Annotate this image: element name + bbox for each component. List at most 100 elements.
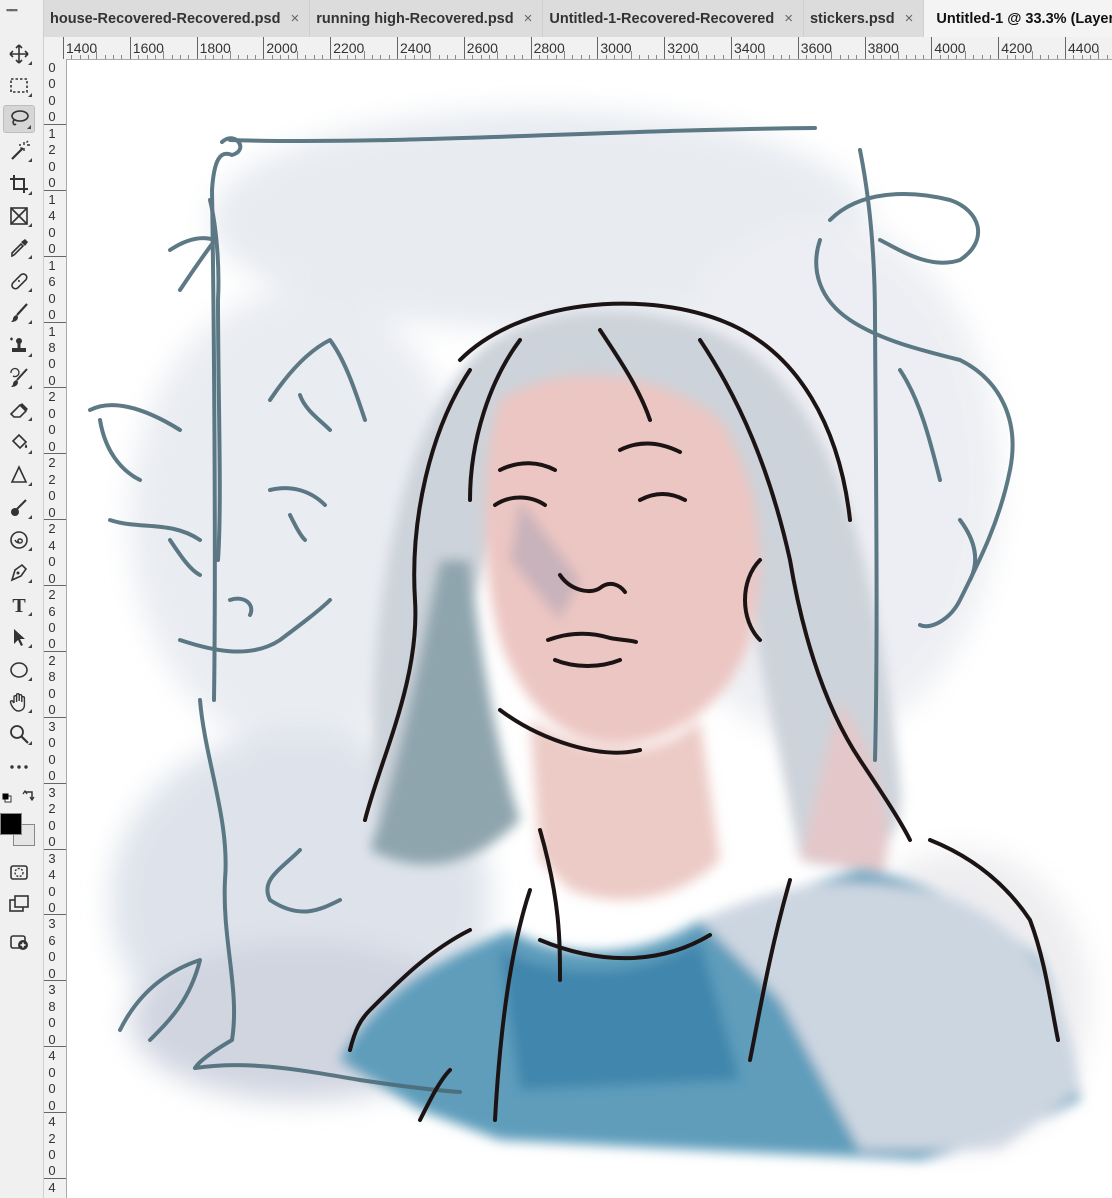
dodge-icon: [11, 498, 27, 516]
marquee-tool[interactable]: [3, 72, 35, 100]
document-tab[interactable]: Untitled-1-Recovered-Recovered ×: [543, 0, 804, 37]
screen-mode-button[interactable]: [3, 890, 35, 918]
ruler-minor-tick: [388, 55, 390, 59]
paint-bucket-tool[interactable]: [3, 429, 35, 457]
quick-mask-button[interactable]: [3, 858, 35, 886]
swap-colors-icon[interactable]: [22, 788, 36, 802]
close-tab-icon[interactable]: ×: [905, 10, 914, 27]
pen-tool[interactable]: [3, 558, 35, 586]
ruler-minor-tick: [371, 55, 373, 59]
document-tab-active[interactable]: Untitled-1 @ 33.3% (Layer 0, RG: [924, 0, 1112, 37]
smudge-tool[interactable]: [3, 526, 35, 554]
vertical-ruler[interactable]: 0000120014001600180020002200240026002800…: [44, 59, 67, 1198]
ruler-label: 4000: [934, 40, 966, 56]
dodge-tool[interactable]: [3, 494, 35, 522]
ruler-minor-tick: [1056, 55, 1058, 59]
ruler-major-tick: [931, 37, 933, 59]
magic-wand-tool[interactable]: [3, 137, 35, 165]
magic-wand-icon: [11, 140, 30, 160]
blur-icon: [10, 465, 28, 483]
ruler-major-tick: [196, 37, 198, 59]
move-icon: [9, 44, 29, 64]
artboard-button[interactable]: [3, 927, 35, 955]
ruler-minor-tick: [380, 55, 382, 59]
ruler-minor-tick: [747, 55, 749, 59]
ruler-minor-tick: [973, 55, 975, 59]
ellipse-tool[interactable]: [3, 656, 35, 684]
document-tab[interactable]: stickers.psd ×: [803, 0, 925, 37]
ruler-label: 1: [48, 257, 56, 273]
ruler-label: 8: [48, 669, 56, 685]
ruler-label: 2: [48, 1130, 56, 1146]
history-brush-tool[interactable]: [3, 364, 35, 392]
ruler-major-tick: [44, 848, 66, 850]
hand-tool[interactable]: [3, 688, 35, 716]
type-icon: T: [12, 595, 26, 616]
ruler-label: 4: [48, 1114, 56, 1130]
horizontal-ruler[interactable]: 1400 1600 1800 2000 2200 2400 2600 2800 3000 3200…: [44, 37, 1112, 60]
ruler-minor-tick: [104, 55, 106, 59]
close-tab-icon[interactable]: ×: [524, 10, 533, 27]
eraser-tool[interactable]: [3, 396, 35, 424]
close-tab-icon[interactable]: ×: [290, 10, 299, 27]
ruler-major-tick: [44, 650, 66, 652]
ruler-minor-tick: [1014, 55, 1016, 59]
clone-stamp-tool[interactable]: [3, 332, 35, 360]
path-selection-tool[interactable]: [3, 623, 35, 651]
tool-flyout-indicator-icon: [28, 223, 32, 227]
blur-tool[interactable]: [3, 461, 35, 489]
brush-tool[interactable]: [3, 299, 35, 327]
frame-tool[interactable]: [3, 202, 35, 230]
ruler-minor-tick: [839, 55, 841, 59]
ruler-minor-tick: [639, 55, 641, 59]
ruler-minor-tick: [956, 55, 958, 59]
ruler-label: 2: [48, 801, 56, 817]
more-tools[interactable]: [3, 753, 35, 781]
ruler-label: 4: [48, 208, 56, 224]
ruler-minor-tick: [121, 55, 123, 59]
zoom-tool[interactable]: [3, 720, 35, 748]
type-tool[interactable]: T: [3, 591, 35, 619]
ruler-label: 3: [48, 850, 56, 866]
ruler-minor-tick: [898, 51, 899, 59]
tool-flyout-indicator-icon: [27, 124, 31, 129]
ruler-major-tick: [330, 37, 332, 59]
ruler-minor-tick: [179, 55, 181, 59]
ruler-minor-tick: [714, 55, 716, 59]
ruler-minor-tick: [305, 55, 307, 59]
ruler-minor-tick: [538, 55, 540, 59]
document-canvas[interactable]: [67, 60, 1112, 1198]
default-colors-icon[interactable]: [2, 790, 12, 803]
ruler-minor-tick: [188, 55, 190, 59]
ruler-minor-tick: [1090, 55, 1092, 59]
foreground-color-swatch[interactable]: [0, 813, 22, 835]
ruler-minor-tick: [881, 55, 883, 59]
ruler-major-tick: [463, 37, 465, 59]
ruler-minor-tick: [789, 55, 791, 59]
document-tab[interactable]: running high-Recovered.psd ×: [310, 0, 544, 37]
panel-grip-icon[interactable]: ▪▪▪▪▪: [6, 5, 18, 15]
tool-flyout-indicator-icon: [28, 482, 32, 487]
eyedropper-tool[interactable]: [3, 234, 35, 262]
ruler-minor-tick: [831, 51, 833, 59]
ruler-minor-tick: [230, 51, 231, 59]
lasso-tool[interactable]: [3, 104, 35, 133]
crop-tool[interactable]: [3, 170, 35, 198]
ruler-label: 1: [48, 191, 56, 207]
ruler-major-tick: [864, 37, 866, 59]
arrow-icon: [14, 629, 25, 647]
svg-text:T: T: [12, 595, 26, 616]
ruler-major-tick: [63, 37, 64, 59]
ruler-minor-tick: [555, 55, 557, 59]
close-tab-icon[interactable]: ×: [784, 10, 793, 27]
document-tab[interactable]: house-Recovered-Recovered.psd ×: [44, 0, 311, 37]
move-tool[interactable]: [3, 40, 35, 68]
healing-brush-tool[interactable]: [3, 267, 35, 295]
ruler-minor-tick: [430, 51, 432, 59]
ruler-major-tick: [797, 37, 799, 59]
ruler-minor-tick: [772, 55, 774, 59]
ruler-label: 2: [48, 142, 56, 158]
ruler-minor-tick: [781, 55, 783, 59]
ruler-minor-tick: [697, 51, 699, 59]
tool-flyout-indicator-icon: [28, 644, 32, 649]
